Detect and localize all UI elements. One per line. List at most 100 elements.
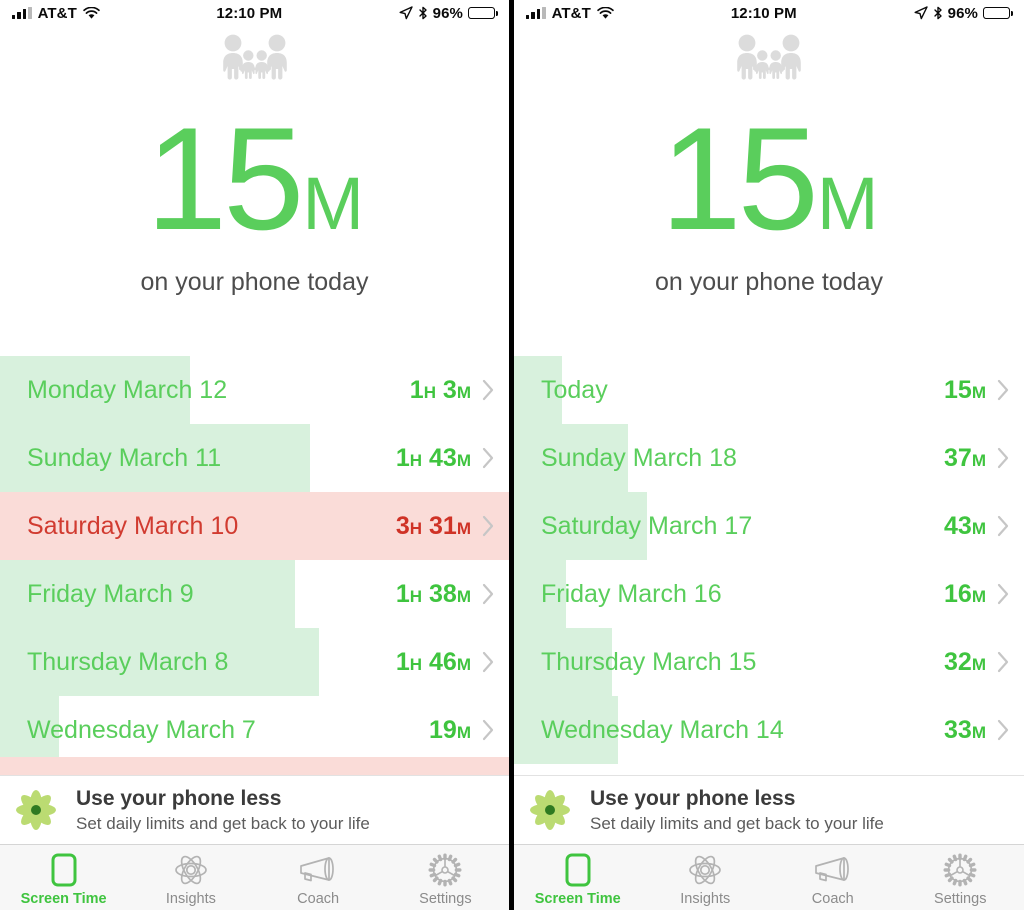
- tab-bar-right: Screen Time Insights Coach Settings: [514, 844, 1024, 910]
- hero-total-left: 15 M: [146, 105, 364, 251]
- hero-summary-right: 15 M on your phone today: [514, 88, 1024, 356]
- tab-coach[interactable]: Coach: [769, 845, 897, 910]
- day-duration: 33M: [944, 716, 986, 745]
- phone-screen-left: AT&T 12:10 PM 96% 15 M on your phone tod…: [0, 0, 509, 910]
- promo-title-right: Use your phone less: [590, 786, 796, 810]
- promo-title-left: Use your phone less: [76, 786, 282, 810]
- status-bar-left: AT&T 12:10 PM 96%: [0, 0, 509, 26]
- duration-unit-1: M: [456, 722, 471, 742]
- tab-label: Screen Time: [534, 891, 621, 907]
- bluetooth-icon: [418, 6, 427, 20]
- chevron-right-icon[interactable]: [482, 515, 495, 537]
- partial-next-row[interactable]: [0, 757, 509, 775]
- day-row[interactable]: Thursday March 15 32M: [514, 628, 1024, 696]
- battery-icon: [468, 6, 498, 20]
- day-label: Today: [541, 375, 608, 404]
- chevron-right-icon[interactable]: [997, 379, 1010, 401]
- day-row[interactable]: Friday March 9 1H 38M: [0, 560, 509, 628]
- duration-unit-1: M: [971, 654, 986, 674]
- duration-unit-2: M: [456, 382, 471, 402]
- duration-num-1: 1: [409, 375, 424, 404]
- wifi-icon: [83, 6, 100, 19]
- chevron-right-icon[interactable]: [997, 719, 1010, 741]
- day-row[interactable]: Sunday March 18 37M: [514, 424, 1024, 492]
- chevron-right-icon[interactable]: [482, 379, 495, 401]
- bluetooth-icon: [933, 6, 942, 20]
- promo-banner-right[interactable]: Use your phone less Set daily limits and…: [514, 775, 1024, 844]
- carrier-label: AT&T: [37, 4, 77, 22]
- chevron-right-icon[interactable]: [997, 583, 1010, 605]
- day-label: Thursday March 8: [27, 647, 229, 676]
- flower-logo-icon: [16, 790, 56, 830]
- chevron-right-icon[interactable]: [997, 515, 1010, 537]
- tab-insights[interactable]: Insights: [127, 845, 254, 910]
- day-row[interactable]: Monday March 12 1H 3M: [0, 356, 509, 424]
- phone-screen-right: AT&T 12:10 PM 96% 15 M on your phone tod…: [514, 0, 1024, 910]
- duration-num-2: 46: [429, 647, 457, 676]
- chevron-right-icon[interactable]: [482, 447, 495, 469]
- duration-unit-2: M: [456, 450, 471, 470]
- duration-unit-1: M: [971, 722, 986, 742]
- tab-settings[interactable]: Settings: [382, 845, 509, 910]
- signal-bars-icon: [12, 7, 32, 19]
- phone-icon: [565, 853, 591, 887]
- day-label: Sunday March 18: [541, 443, 737, 472]
- tab-label: Settings: [419, 891, 472, 907]
- tab-coach[interactable]: Coach: [255, 845, 382, 910]
- day-duration: 3H 31M: [396, 512, 471, 541]
- duration-num-1: 1: [395, 647, 410, 676]
- duration-num-1: 19: [429, 715, 457, 744]
- gear-icon: [428, 853, 462, 887]
- duration-num-1: 32: [944, 647, 972, 676]
- day-duration: 1H 3M: [410, 376, 471, 405]
- day-label: Friday March 16: [541, 579, 722, 608]
- chevron-right-icon[interactable]: [482, 583, 495, 605]
- tab-insights[interactable]: Insights: [642, 845, 770, 910]
- day-label: Thursday March 15: [541, 647, 757, 676]
- location-arrow-icon: [399, 6, 413, 20]
- day-row[interactable]: Today 15M: [514, 356, 1024, 424]
- duration-num-1: 1: [395, 579, 410, 608]
- tab-settings[interactable]: Settings: [897, 845, 1024, 910]
- day-row[interactable]: Saturday March 10 3H 31M: [0, 492, 509, 560]
- duration-num-1: 33: [944, 715, 972, 744]
- status-bar-left-group-right: AT&T: [526, 5, 614, 22]
- day-row[interactable]: Friday March 16 16M: [514, 560, 1024, 628]
- day-row[interactable]: Sunday March 11 1H 43M: [0, 424, 509, 492]
- location-arrow-icon: [914, 6, 928, 20]
- day-row[interactable]: Wednesday March 14 33M: [514, 696, 1024, 764]
- promo-banner-left[interactable]: Use your phone less Set daily limits and…: [0, 775, 509, 844]
- duration-unit-2: M: [456, 518, 471, 538]
- chevron-right-icon[interactable]: [482, 719, 495, 741]
- day-duration: 1H 43M: [396, 444, 471, 473]
- day-label: Friday March 9: [27, 579, 194, 608]
- chevron-right-icon[interactable]: [482, 651, 495, 673]
- duration-unit-1: M: [971, 450, 986, 470]
- hero-subtitle-right: on your phone today: [655, 268, 883, 297]
- chevron-right-icon[interactable]: [997, 447, 1010, 469]
- gear-icon: [943, 853, 977, 887]
- battery-percent-label: 96%: [947, 4, 978, 22]
- day-row[interactable]: Wednesday March 7 19M: [0, 696, 509, 764]
- duration-unit-1: H: [409, 518, 423, 538]
- day-row[interactable]: Thursday March 8 1H 46M: [0, 628, 509, 696]
- tab-label: Settings: [934, 891, 987, 907]
- family-icon: [737, 34, 801, 80]
- tab-label: Screen Time: [20, 891, 107, 907]
- family-icon-wrap-right: [514, 26, 1024, 88]
- day-label: Sunday March 11: [27, 443, 222, 472]
- duration-num-1: 43: [944, 511, 972, 540]
- chevron-right-icon[interactable]: [997, 651, 1010, 673]
- flower-logo-icon: [530, 790, 570, 830]
- battery-icon: [983, 6, 1013, 20]
- day-label: Monday March 12: [27, 375, 228, 404]
- duration-num-1: 37: [944, 443, 972, 472]
- tab-label: Insights: [680, 891, 731, 907]
- tab-screen-time[interactable]: Screen Time: [514, 845, 642, 910]
- family-icon-wrap-left: [0, 26, 509, 88]
- signal-bars-icon: [526, 7, 546, 19]
- day-row[interactable]: Saturday March 17 43M: [514, 492, 1024, 560]
- duration-unit-1: H: [409, 654, 423, 674]
- duration-unit-2: M: [456, 586, 471, 606]
- tab-screen-time[interactable]: Screen Time: [0, 845, 127, 910]
